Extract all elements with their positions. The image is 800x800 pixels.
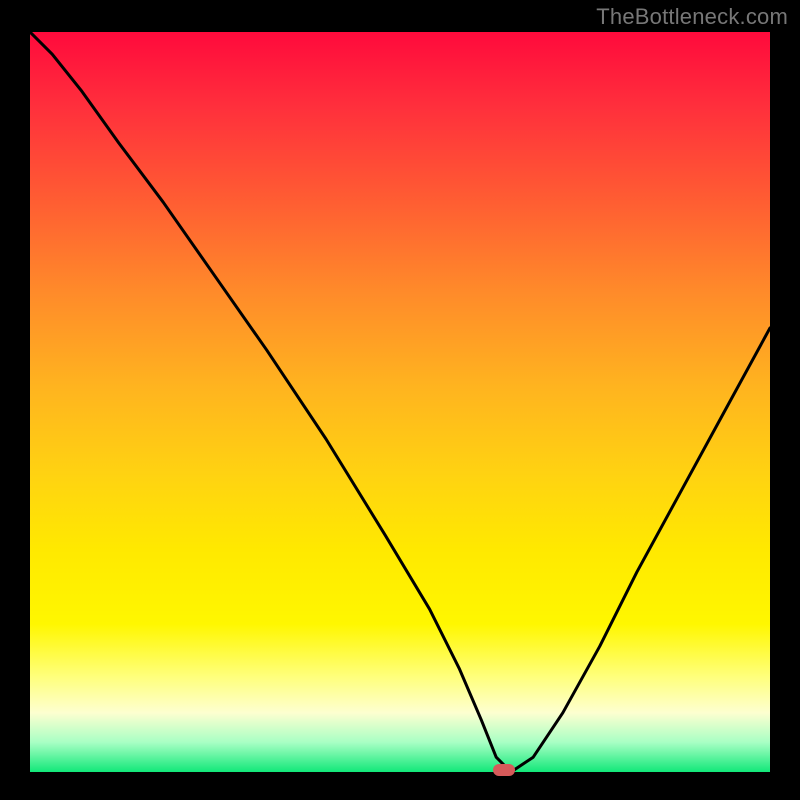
optimum-marker — [493, 764, 515, 776]
attribution-label: TheBottleneck.com — [596, 4, 788, 30]
curve-svg — [30, 32, 770, 772]
plot-area — [30, 32, 770, 772]
bottleneck-curve — [30, 32, 770, 772]
chart-frame: TheBottleneck.com — [0, 0, 800, 800]
